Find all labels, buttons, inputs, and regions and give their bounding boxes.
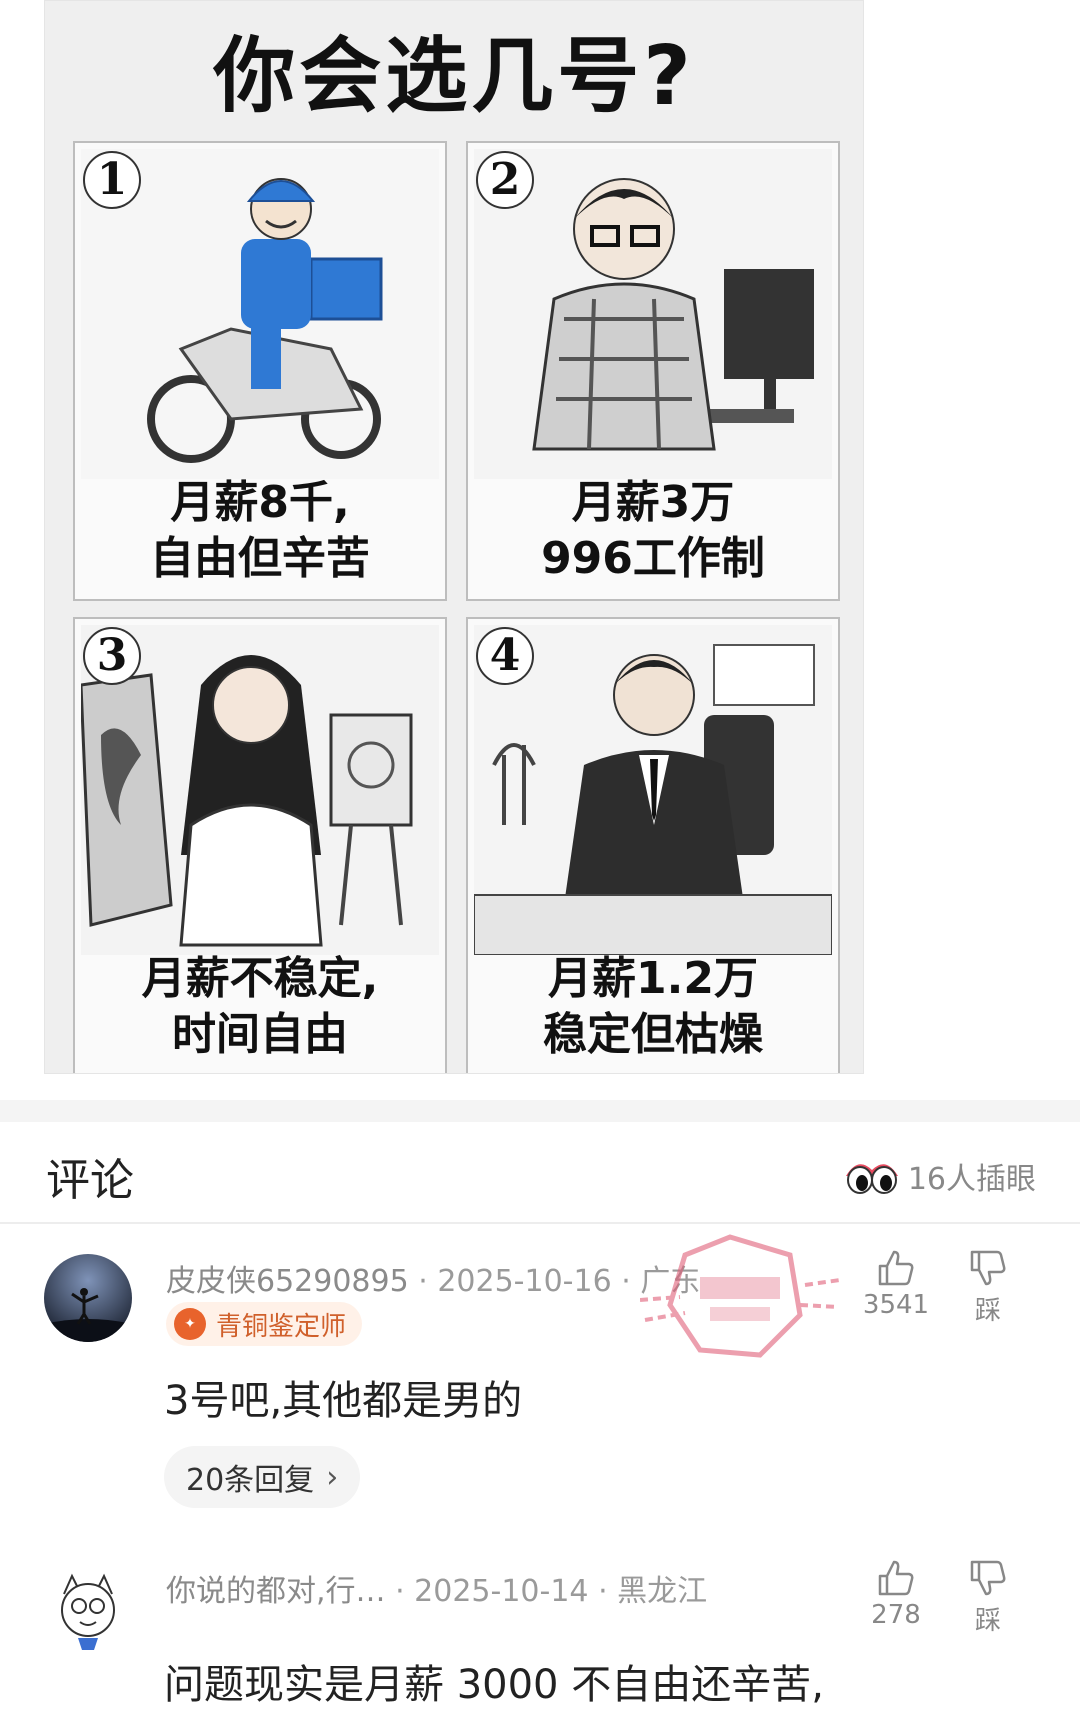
username[interactable]: 你说的都对,行… [166,1574,386,1609]
replies-label: 20条回复 [186,1463,315,1498]
like-count: 278 [871,1600,921,1630]
comment-location: 黑龙江 [617,1574,708,1609]
delivery-scooter-illustration [81,149,439,479]
dislike-label: 踩 [974,1606,1001,1636]
panel-caption: 月薪1.2万 稳定但枯燥 [543,953,763,1060]
artist-painting-illustration [81,625,439,955]
meta-separator: · [621,1264,641,1299]
comment-item: 皮皮侠65290895 · 2025-10-16 · 广东 ✦ 青铜鉴定师 3号… [0,1250,1080,1510]
comment-meta: 你说的都对,行… · 2025-10-14 · 黑龙江 [166,1566,707,1610]
meta-separator: · [395,1574,415,1609]
panel-caption: 月薪8千, 自由但辛苦 [150,477,370,584]
dislike-label: 踩 [974,1296,1001,1326]
chevron-right-icon: › [326,1459,339,1495]
panel-2: 2 月薪3万 996工作制 [466,141,840,601]
panel-caption: 月薪不稳定, 时间自由 [141,953,379,1060]
panel-number: 1 [83,151,141,209]
panel-3: 3 月薪不稳定, 时间自由 [73,617,447,1073]
eyes-icon [845,1164,898,1194]
badge-label: 青铜鉴定师 [216,1311,347,1342]
dislike-button[interactable]: 踩 [948,1558,1028,1637]
like-button[interactable]: 3541 [856,1248,936,1320]
panel-number: 3 [83,627,141,685]
comment-item: 你说的都对,行… · 2025-10-14 · 黑龙江 问题现实是月薪 3000… [0,1560,1080,1714]
badge-icon: ✦ [174,1308,206,1340]
username[interactable]: 皮皮侠65290895 [166,1264,409,1299]
comment-date: 2025-10-16 [437,1264,612,1299]
comments-header: 评论 16人插眼 [0,1122,1080,1222]
meta-separator: · [598,1574,618,1609]
thumbs-down-icon [970,1250,1006,1286]
user-avatar-image [44,1254,132,1342]
user-badge[interactable]: ✦ 青铜鉴定师 [166,1302,363,1346]
comment-meta: 皮皮侠65290895 · 2025-10-16 · 广东 [166,1256,700,1300]
view-replies-button[interactable]: 20条回复 › [164,1446,361,1508]
comment-date: 2025-10-14 [414,1574,589,1609]
peek-count: 16人插眼 [907,1162,1036,1197]
meta-separator: · [418,1264,438,1299]
section-divider [0,1100,1080,1122]
panel-number: 2 [476,151,534,209]
user-avatar-image [44,1564,132,1652]
businessman-desk-illustration [474,625,832,955]
thumbs-up-icon [878,1560,914,1596]
image-title: 你会选几号? [213,29,695,124]
avatar[interactable] [44,1254,132,1342]
dislike-button[interactable]: 踩 [948,1248,1028,1327]
avatar[interactable] [44,1564,132,1652]
office-programmer-illustration [474,149,832,479]
watermark-stamp [640,1234,840,1358]
comment-text: 问题现实是月薪 3000 不自由还辛苦, [164,1662,824,1708]
panel-4: 4 月薪1.2万 稳定但枯燥 [466,617,840,1073]
peek-button[interactable]: 16人插眼 [844,1154,1036,1198]
like-count: 3541 [862,1290,930,1320]
thumbs-up-icon [878,1250,914,1286]
comments-title: 评论 [46,1155,134,1206]
like-button[interactable]: 278 [856,1558,936,1630]
comment-text: 3号吧,其他都是男的 [164,1378,523,1424]
panel-caption: 月薪3万 996工作制 [541,477,765,584]
panel-1: 1 月薪8千, 自由但辛苦 [73,141,447,601]
post-image[interactable]: 你会选几号? 1 月薪8千, 自由但辛苦 2 月薪3万 996工作制 3 月薪不… [44,0,864,1074]
panel-number: 4 [476,627,534,685]
thumbs-down-icon [970,1560,1006,1596]
header-divider [0,1222,1080,1224]
